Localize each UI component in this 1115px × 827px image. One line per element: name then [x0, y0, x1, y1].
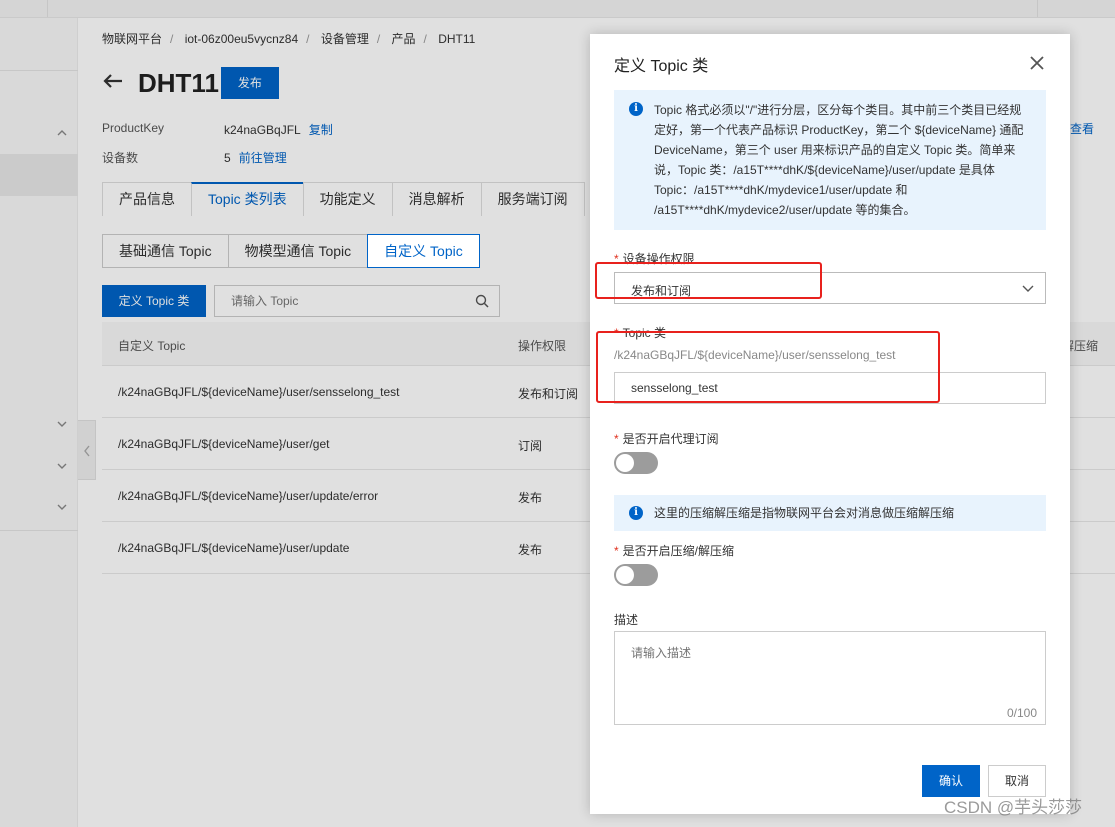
compress-label-text: 是否开启压缩/解压缩 — [622, 544, 735, 558]
subtab-custom-topic[interactable]: 自定义 Topic — [367, 234, 480, 268]
annotation-highlight-box — [596, 331, 940, 403]
compress-field-label: * 是否开启压缩/解压缩 — [614, 542, 734, 559]
chevron-down-icon — [1021, 281, 1035, 295]
toggle-knob — [616, 454, 634, 472]
required-mark: * — [614, 544, 619, 558]
compress-info: i 这里的压缩解压缩是指物联网平台会对消息做压缩解压缩 — [614, 495, 1046, 531]
description-label: 描述 — [614, 613, 639, 627]
description-box: 0/100 — [614, 631, 1046, 725]
proxy-field-label: * 是否开启代理订阅 — [614, 430, 719, 447]
compress-toggle[interactable] — [614, 564, 658, 586]
annotation-highlight-box — [595, 262, 822, 299]
proxy-label-text: 是否开启代理订阅 — [622, 432, 719, 446]
info-icon: i — [629, 102, 643, 116]
required-mark: * — [614, 432, 619, 446]
description-input[interactable] — [615, 632, 1043, 702]
topic-format-info: i Topic 格式必须以"/"进行分层，区分每个类目。其中前三个类目已经规定好… — [614, 90, 1046, 230]
close-icon[interactable] — [1028, 54, 1046, 72]
compress-info-text: 这里的压缩解压缩是指物联网平台会对消息做压缩解压缩 — [654, 506, 955, 520]
info-icon: i — [629, 506, 643, 520]
drawer-title: 定义 Topic 类 — [614, 58, 709, 75]
description-counter: 0/100 — [1006, 706, 1037, 720]
topic-format-info-text: Topic 格式必须以"/"进行分层，区分每个类目。其中前三个类目已经规定好，第… — [654, 103, 1024, 217]
watermark: CSDN @芋头莎莎 — [944, 798, 1083, 817]
define-topic-drawer: 定义 Topic 类 i Topic 格式必须以"/"进行分层，区分每个类目。其… — [590, 34, 1070, 814]
proxy-subscription-toggle[interactable] — [614, 452, 658, 474]
toggle-knob — [616, 566, 634, 584]
